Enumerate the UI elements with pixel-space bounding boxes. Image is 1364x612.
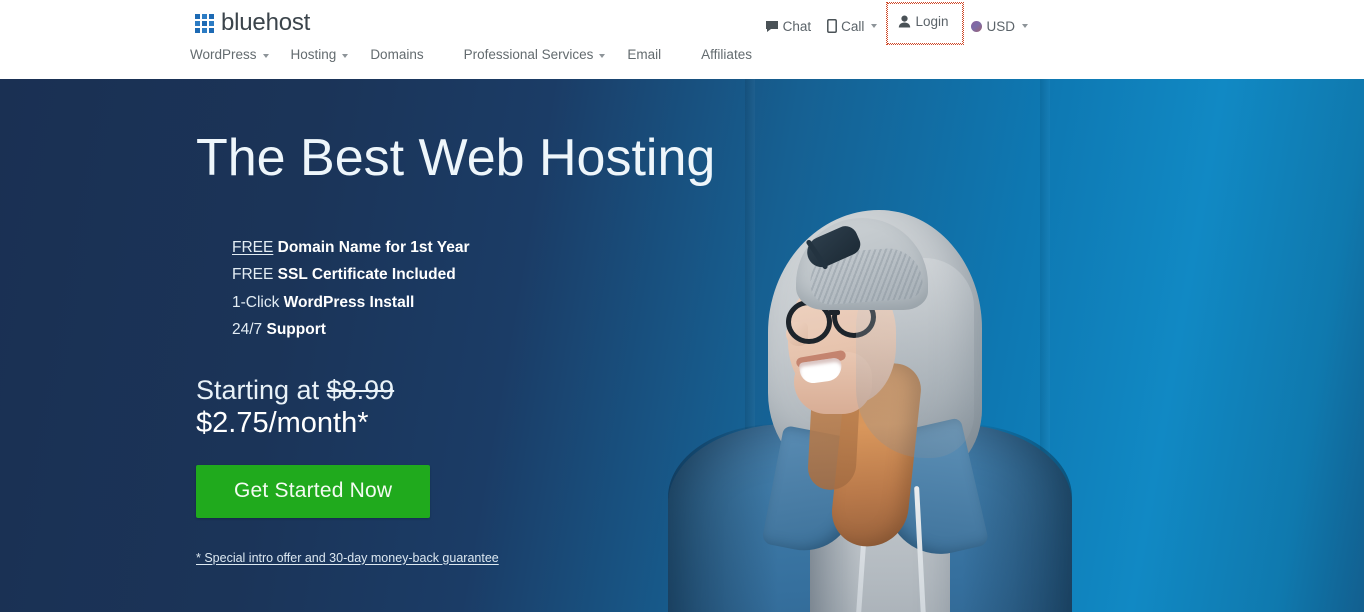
- main-navigation: WordPress Hosting Domains Professional S…: [190, 44, 792, 65]
- call-link[interactable]: Call: [819, 14, 885, 39]
- feature-rest: Domain Name for 1st Year: [273, 238, 470, 256]
- feature-lead: FREE: [232, 238, 274, 256]
- hero-headline: The Best Web Hosting: [196, 129, 716, 187]
- currency-selector[interactable]: USD: [963, 14, 1036, 39]
- feature-item: 1-Click WordPress Install: [232, 289, 756, 317]
- price-old: $8.99: [326, 374, 395, 405]
- feature-lead: 24/7: [232, 321, 263, 339]
- offer-disclaimer-link[interactable]: * Special intro offer and 30-day money-b…: [196, 551, 756, 565]
- price-current: $2.75/month*: [196, 406, 369, 439]
- feature-rest: SSL Certificate Included: [273, 266, 456, 284]
- price-prefix: Starting at: [196, 374, 327, 405]
- site-header: bluehost WordPress Hosting Domains Profe…: [0, 0, 1364, 79]
- nav-item-professional-services[interactable]: Professional Services: [464, 44, 612, 65]
- login-label: Login: [915, 14, 949, 29]
- grid-squares-icon: [195, 13, 214, 33]
- nav-item-domains[interactable]: Domains: [370, 44, 427, 65]
- chat-bubble-icon: [765, 20, 779, 33]
- feature-rest: WordPress Install: [279, 293, 415, 311]
- call-label: Call: [841, 18, 865, 34]
- currency-label: USD: [986, 18, 1015, 34]
- nav-item-wordpress[interactable]: WordPress: [190, 44, 275, 65]
- feature-lead: 1-Click: [232, 293, 280, 311]
- price-original-line: Starting at $8.99: [196, 374, 756, 406]
- hero-section: The Best Web Hosting FREE Domain Name fo…: [0, 79, 1364, 612]
- chevron-down-icon: [871, 24, 878, 28]
- feature-item: FREE SSL Certificate Included: [232, 261, 756, 289]
- login-button[interactable]: Login: [886, 2, 965, 45]
- flag-circle-icon: [971, 20, 983, 32]
- nav-item-email[interactable]: Email: [627, 44, 665, 65]
- get-started-button[interactable]: Get Started Now: [196, 464, 431, 518]
- price-block: Starting at $8.99 $2.75/month*: [196, 374, 756, 440]
- user-icon: [898, 15, 911, 28]
- feature-rest: Support: [262, 321, 326, 339]
- hero-content: The Best Web Hosting FREE Domain Name fo…: [196, 131, 756, 565]
- feature-lead: FREE: [232, 266, 274, 284]
- chat-label: Chat: [782, 18, 812, 34]
- utility-navigation: Chat Call Login USD: [757, 2, 1036, 45]
- nav-item-hosting[interactable]: Hosting: [291, 44, 355, 65]
- feature-item: FREE Domain Name for 1st Year: [232, 234, 756, 262]
- nav-item-affiliates[interactable]: Affiliates: [701, 44, 756, 65]
- chat-link[interactable]: Chat: [757, 14, 820, 39]
- chevron-down-icon: [1022, 24, 1028, 28]
- hero-feature-list: FREE Domain Name for 1st Year FREE SSL C…: [232, 234, 756, 344]
- feature-item: 24/7 Support: [232, 316, 756, 344]
- logo-wordmark: bluehost: [221, 9, 311, 36]
- bluehost-logo[interactable]: bluehost: [195, 9, 310, 37]
- mobile-phone-icon: [827, 19, 838, 33]
